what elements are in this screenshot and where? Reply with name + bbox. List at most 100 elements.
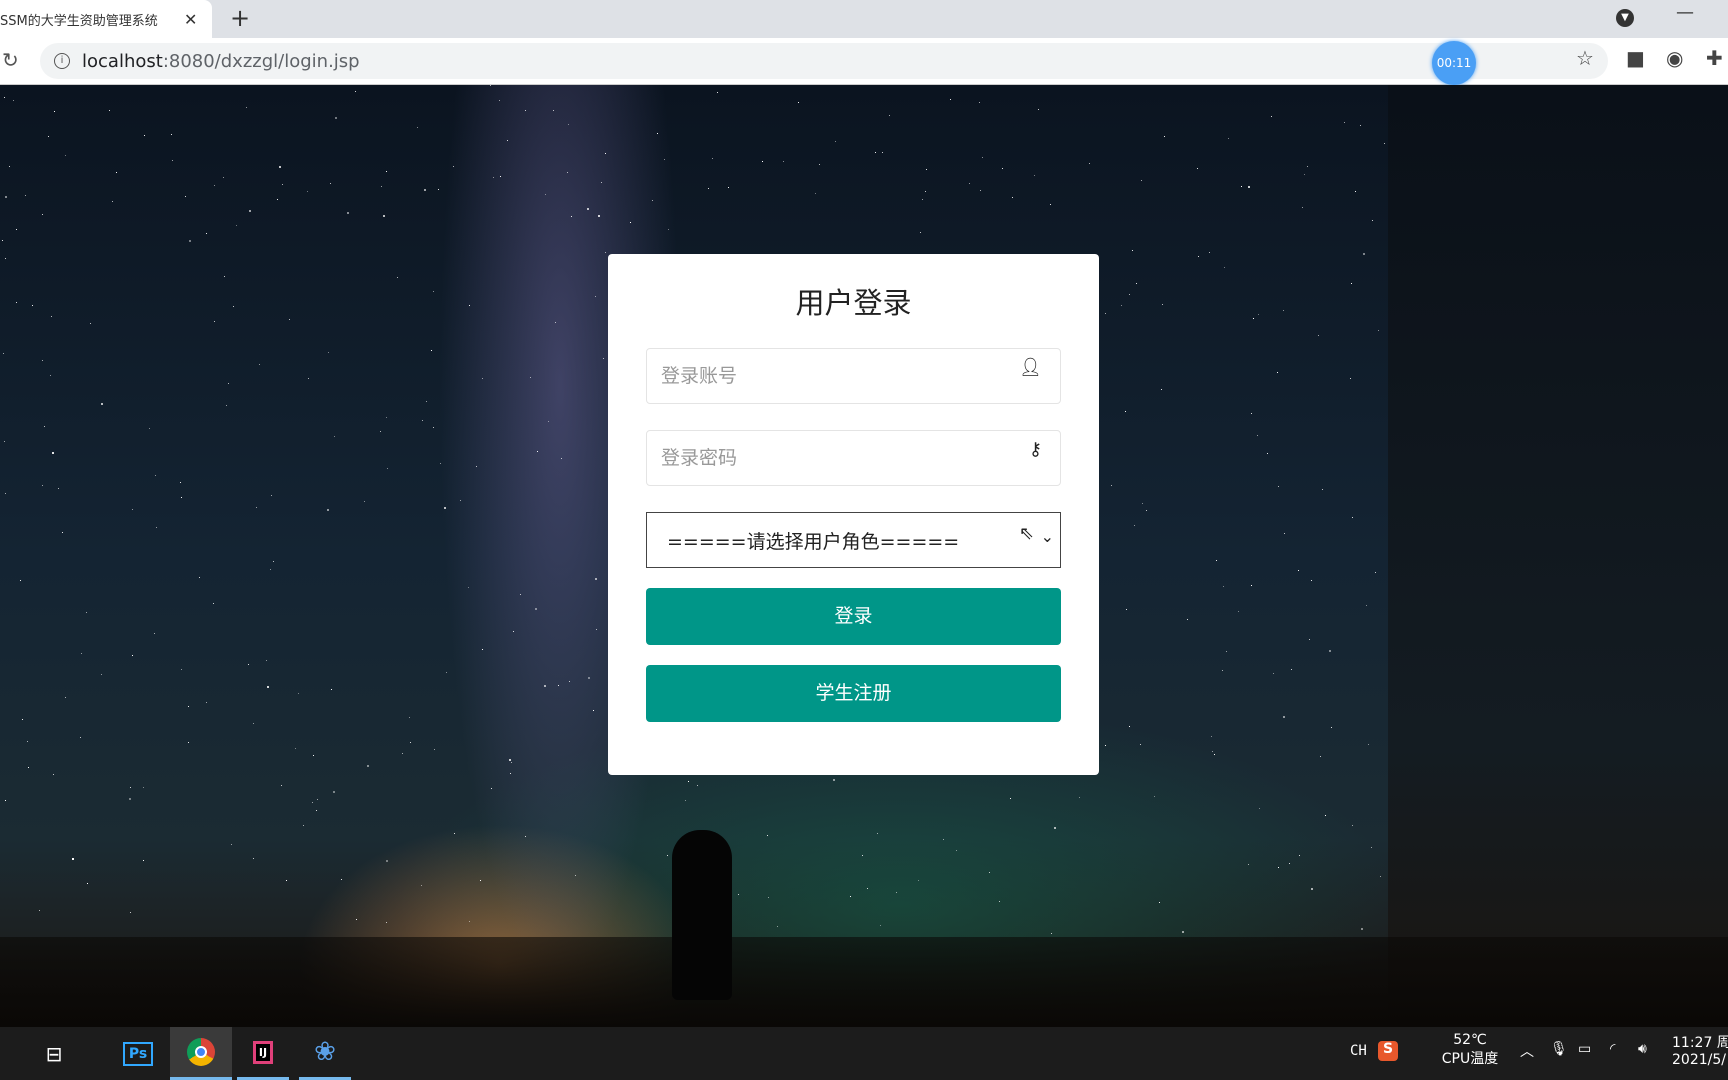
star xyxy=(688,781,690,783)
account-input[interactable] xyxy=(647,349,1060,403)
star xyxy=(416,126,418,128)
star xyxy=(1355,191,1357,193)
wifi-icon[interactable]: ◜ xyxy=(1610,1041,1615,1057)
shield-extension-icon[interactable]: ◉ xyxy=(1666,46,1683,70)
star xyxy=(1105,745,1107,747)
star xyxy=(1299,855,1301,857)
star xyxy=(1128,294,1130,296)
puzzle-extensions-icon[interactable]: ✚ xyxy=(1706,46,1723,70)
info-icon[interactable]: i xyxy=(54,53,70,69)
extension-icon[interactable]: ■ xyxy=(1626,46,1645,70)
star xyxy=(777,926,779,928)
student-register-button[interactable]: 学生注册 xyxy=(646,665,1061,722)
star xyxy=(13,100,15,102)
bookmark-star-icon[interactable]: ☆ xyxy=(1576,46,1594,70)
star xyxy=(1211,735,1213,737)
star xyxy=(328,351,330,353)
star xyxy=(409,742,411,744)
password-input[interactable] xyxy=(647,431,1060,485)
star xyxy=(356,918,358,920)
microphone-icon[interactable]: 🎙︎ xyxy=(1550,1041,1568,1057)
close-tab-icon[interactable]: ✕ xyxy=(184,10,197,29)
star xyxy=(334,116,337,119)
battery-icon[interactable]: ▭ xyxy=(1578,1041,1591,1057)
star xyxy=(520,593,522,595)
star xyxy=(364,501,365,503)
star xyxy=(213,320,215,322)
star xyxy=(1375,571,1377,573)
star xyxy=(1248,185,1251,188)
star xyxy=(949,99,951,101)
recording-timer[interactable]: 00:11 xyxy=(1432,41,1476,85)
star xyxy=(409,716,410,718)
star xyxy=(247,664,249,666)
intellij-icon[interactable]: IJ xyxy=(237,1027,289,1080)
star xyxy=(1140,180,1142,182)
tab-search-icon[interactable]: ▼ xyxy=(1616,9,1634,27)
password-field: ⚷ xyxy=(646,430,1061,486)
clock-time: 11:27 周 xyxy=(1672,1035,1728,1051)
star xyxy=(311,802,313,804)
star xyxy=(1209,252,1211,254)
star xyxy=(58,488,60,490)
star xyxy=(1158,901,1160,903)
star xyxy=(1002,167,1004,169)
star xyxy=(131,655,133,657)
star xyxy=(697,784,699,786)
star xyxy=(832,778,835,781)
star xyxy=(1228,138,1230,140)
star xyxy=(270,495,272,497)
chrome-icon[interactable] xyxy=(170,1027,232,1080)
navicat-icon[interactable]: ❀ xyxy=(299,1027,351,1080)
sogou-ime-icon[interactable]: S xyxy=(1378,1041,1398,1061)
cpu-temp-widget[interactable]: 52℃ CPU温度 xyxy=(1430,1032,1510,1068)
star xyxy=(81,652,83,654)
ime-indicator[interactable]: CH xyxy=(1350,1043,1367,1059)
star xyxy=(767,897,769,899)
star xyxy=(1291,668,1293,670)
volume-icon[interactable]: 🔊︎ xyxy=(1638,1041,1647,1057)
cpu-temp: 52℃ xyxy=(1453,1032,1487,1048)
reload-icon[interactable]: ↻ xyxy=(2,48,19,72)
star xyxy=(866,888,868,890)
address-bar[interactable]: i localhost:8080/dxzzgl/login.jsp xyxy=(40,43,1608,79)
star xyxy=(41,360,43,362)
new-tab-icon[interactable]: + xyxy=(230,4,250,32)
star xyxy=(1104,312,1106,314)
star xyxy=(728,187,730,189)
role-select[interactable]: =====请选择用户角色===== ⇖ ⌄ xyxy=(646,512,1061,568)
clock[interactable]: 11:27 周 2021/5/ xyxy=(1672,1032,1728,1068)
star xyxy=(42,213,44,215)
star xyxy=(189,240,192,243)
star xyxy=(468,305,470,307)
star xyxy=(326,509,329,512)
star xyxy=(383,215,386,218)
star xyxy=(279,165,282,168)
task-view-icon[interactable]: ⊟ xyxy=(36,1027,72,1080)
minimize-icon[interactable]: — xyxy=(1676,2,1694,23)
star xyxy=(52,773,54,775)
star xyxy=(1223,585,1225,587)
star xyxy=(926,169,928,171)
star xyxy=(1121,305,1123,307)
photoshop-icon[interactable]: Ps xyxy=(118,1027,158,1080)
star xyxy=(129,787,131,789)
star xyxy=(31,305,33,307)
star xyxy=(875,151,877,153)
star xyxy=(569,680,571,682)
star xyxy=(500,176,502,178)
star xyxy=(1,239,3,241)
login-button[interactable]: 登录 xyxy=(646,588,1061,645)
show-hidden-icons-icon[interactable]: ︿ xyxy=(1520,1041,1534,1061)
browser-tab[interactable]: SSM的大学生资助管理系统 ✕ xyxy=(0,0,212,38)
account-field: 👤︎ xyxy=(646,348,1061,404)
star xyxy=(179,482,181,484)
star xyxy=(80,736,82,738)
star xyxy=(155,475,157,477)
star xyxy=(1297,569,1299,571)
star xyxy=(1216,559,1218,561)
star xyxy=(819,163,821,165)
star xyxy=(1129,726,1131,728)
star xyxy=(1161,388,1163,390)
star xyxy=(1319,756,1321,758)
